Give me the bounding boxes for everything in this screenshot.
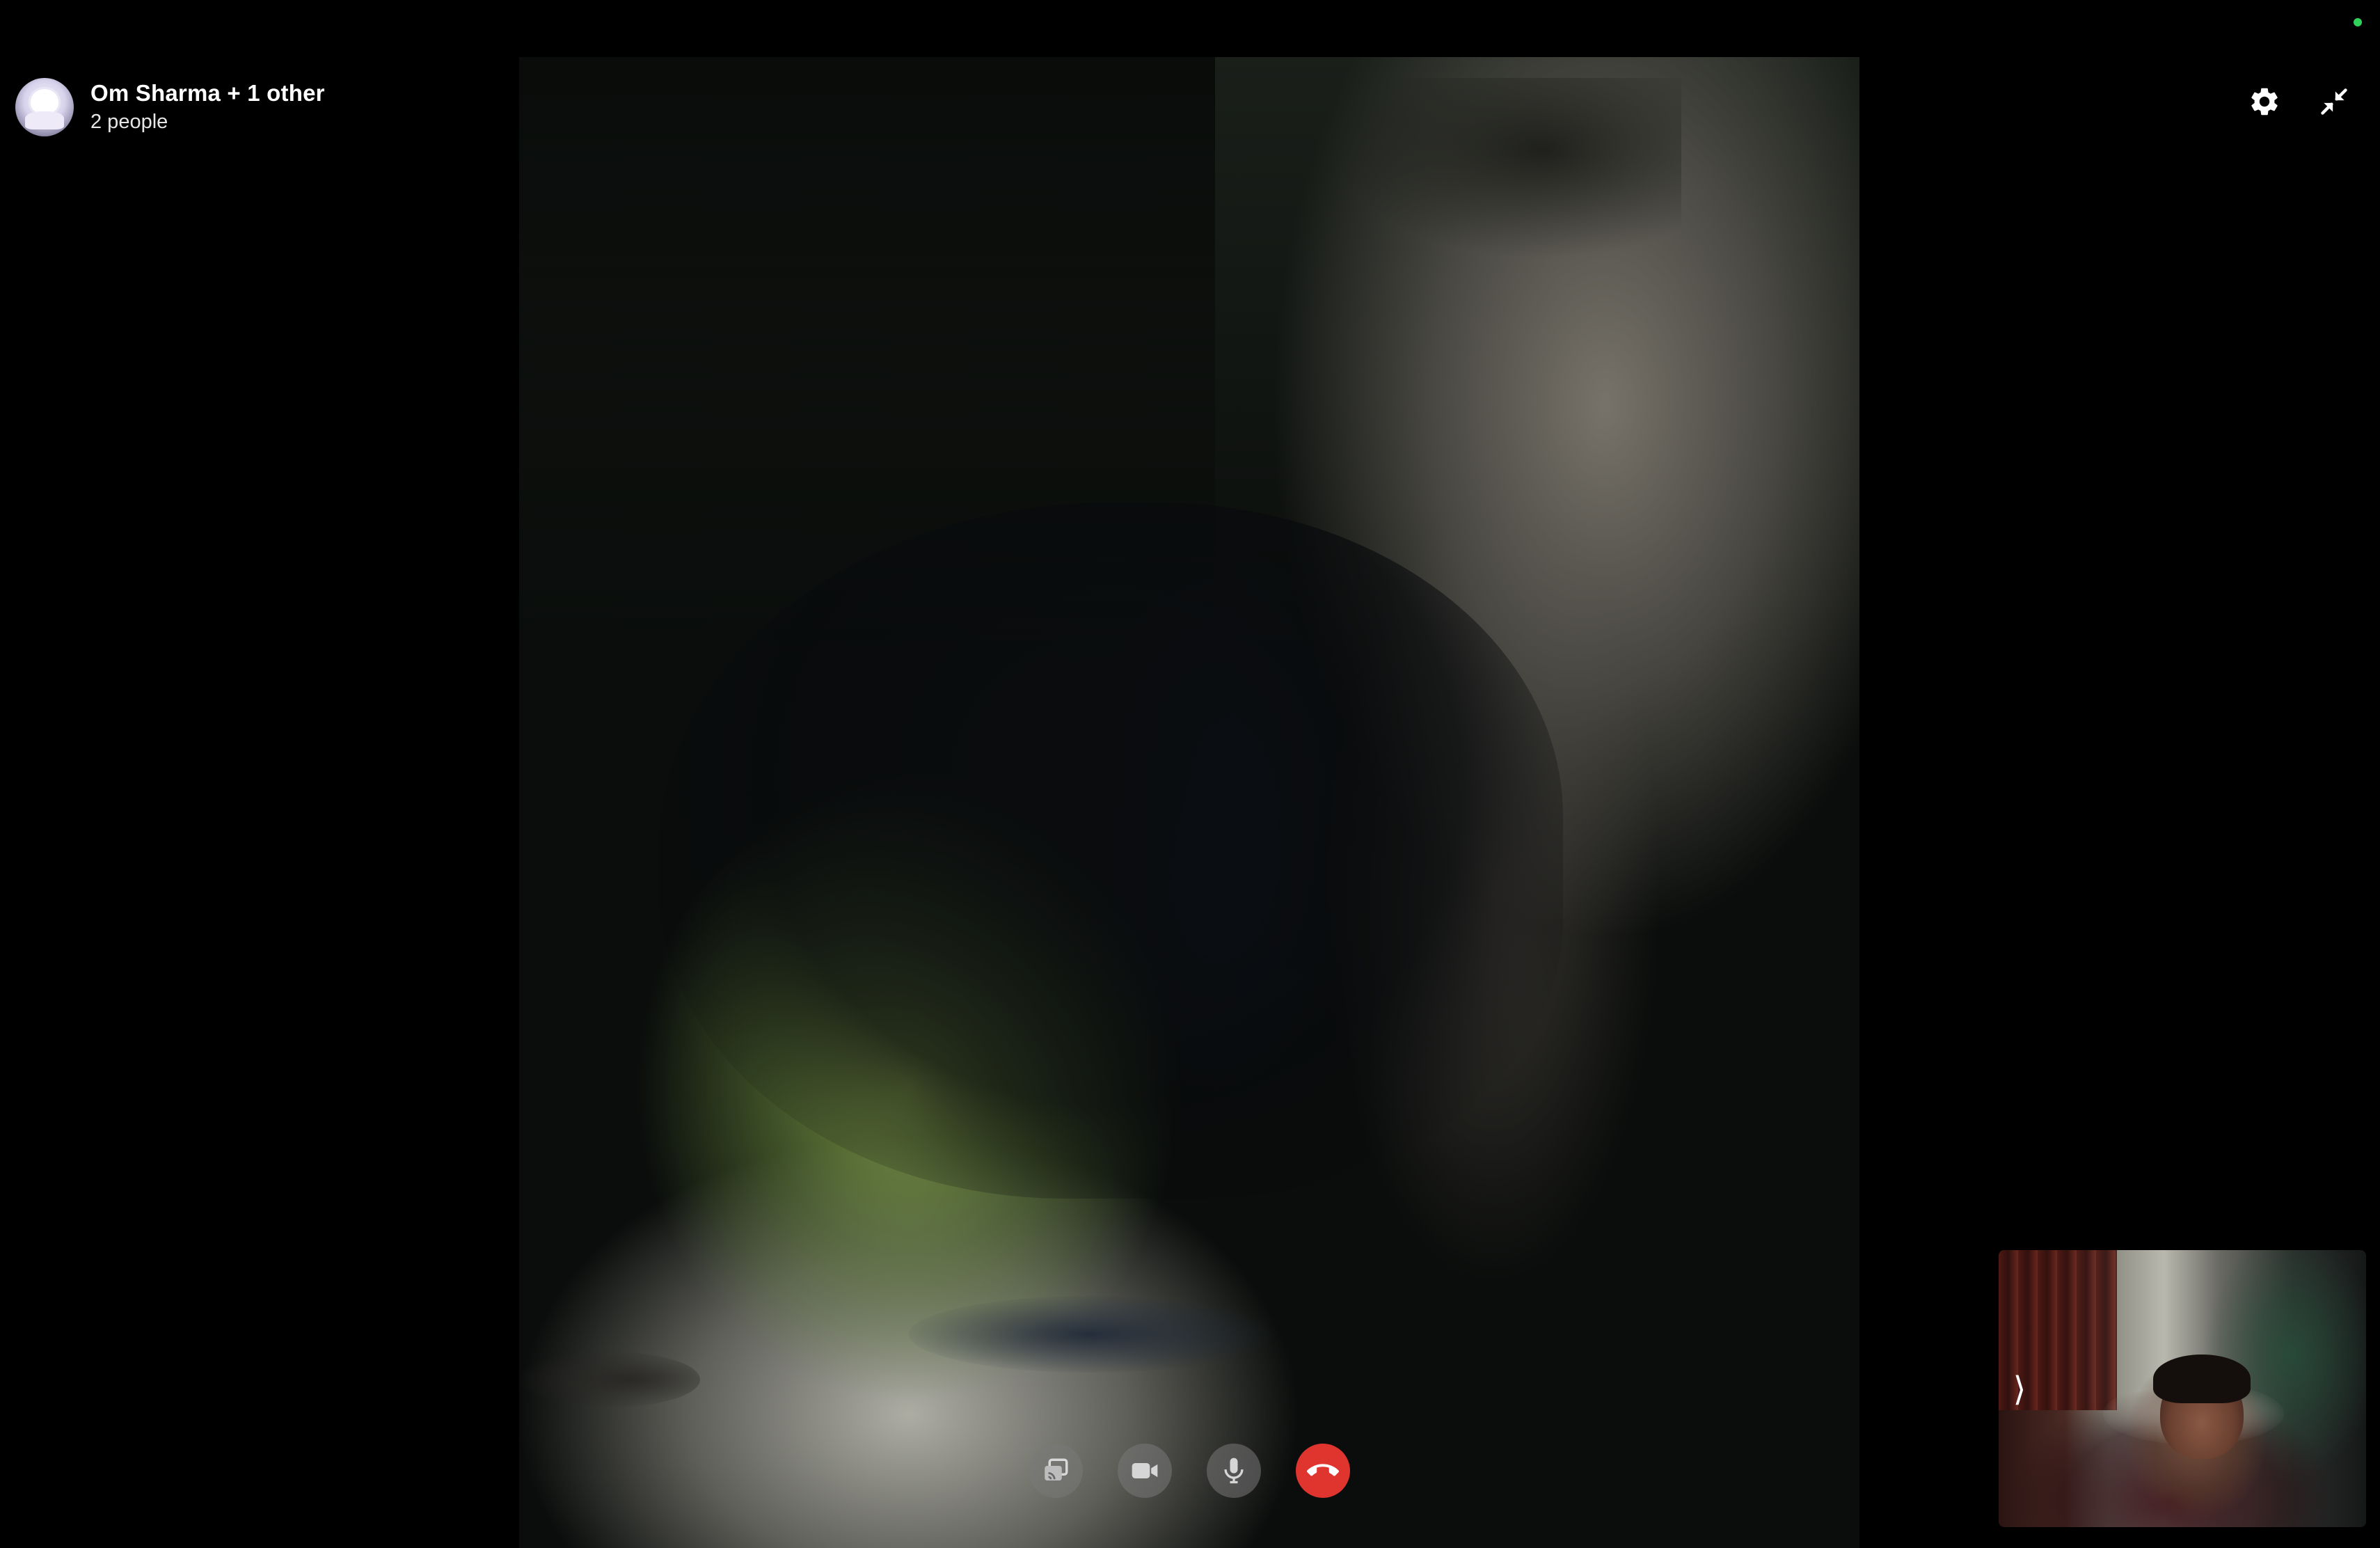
group-avatar[interactable] [15, 78, 74, 136]
share-screen-button[interactable] [1029, 1444, 1083, 1498]
end-call-button[interactable] [1296, 1444, 1350, 1498]
call-header: Om Sharma + 1 other 2 people [15, 78, 325, 136]
top-controls [2245, 82, 2354, 121]
microphone-icon [1224, 1458, 1244, 1484]
camera-toggle-button[interactable] [1118, 1444, 1172, 1498]
gear-icon [2251, 88, 2278, 116]
phone-hangup-icon [1307, 1464, 1339, 1476]
collapse-arrows-icon [2321, 88, 2347, 115]
status-indicator-dot [2354, 18, 2362, 26]
video-camera-icon [1132, 1463, 1158, 1478]
minimize-button[interactable] [2315, 82, 2354, 121]
remote-video-feed [519, 57, 1859, 1548]
chevron-right-icon[interactable]: ⟩ [2006, 1368, 2033, 1410]
microphone-toggle-button[interactable] [1207, 1444, 1261, 1498]
screen-share-icon [1045, 1458, 1068, 1480]
call-title: Om Sharma + 1 other [90, 80, 325, 106]
settings-button[interactable] [2245, 82, 2284, 121]
video-call-screen: Om Sharma + 1 other 2 people ⟩ [0, 0, 2380, 1548]
self-video-preview[interactable]: ⟩ [1999, 1250, 2366, 1527]
call-controls [1029, 1444, 1350, 1498]
call-header-text: Om Sharma + 1 other 2 people [90, 79, 325, 135]
participant-count: 2 people [90, 111, 168, 133]
